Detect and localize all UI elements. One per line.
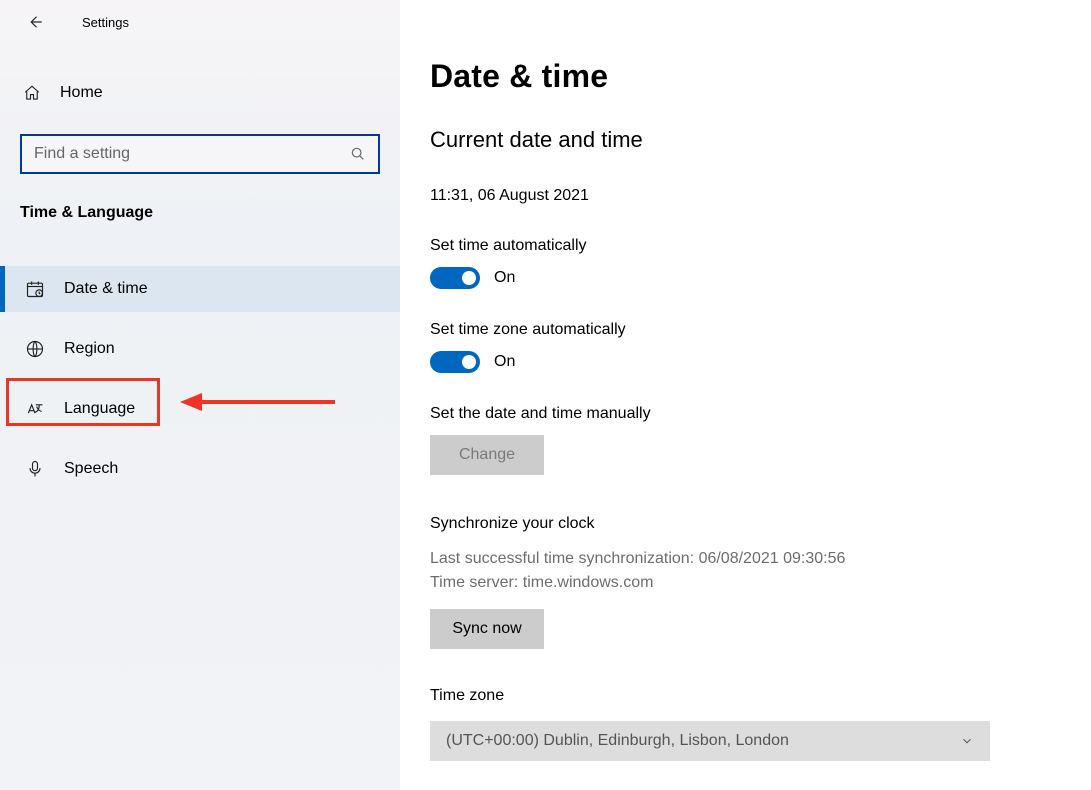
search-icon [350, 146, 366, 162]
nav-item-region[interactable]: Region [0, 326, 400, 372]
sidebar: Settings Home Time & Language Date & t [0, 0, 400, 790]
change-button: Change [430, 435, 544, 475]
sync-now-button[interactable]: Sync now [430, 609, 544, 649]
back-button[interactable] [20, 7, 50, 37]
topbar: Settings [0, 0, 400, 44]
home-label: Home [60, 84, 103, 102]
home-nav[interactable]: Home [0, 70, 400, 116]
time-zone-dropdown[interactable]: (UTC+00:00) Dublin, Edinburgh, Lisbon, L… [430, 721, 990, 761]
auto-time-toggle-row: On [430, 267, 1091, 289]
search-box[interactable] [20, 134, 380, 174]
calendar-clock-icon [24, 279, 46, 299]
category-header: Time & Language [20, 204, 400, 222]
nav-label: Date & time [64, 280, 148, 298]
search-input[interactable] [34, 145, 350, 163]
language-icon [24, 399, 46, 419]
page-title: Date & time [430, 58, 1091, 95]
manual-datetime-label: Set the date and time manually [430, 405, 1091, 423]
main-content: Date & time Current date and time 11:31,… [400, 0, 1091, 790]
chevron-down-icon [960, 734, 974, 748]
section-current-datetime: Current date and time [430, 127, 1091, 153]
time-zone-label: Time zone [430, 687, 1091, 705]
globe-icon [24, 339, 46, 359]
nav-label: Region [64, 340, 115, 358]
microphone-icon [24, 459, 46, 479]
auto-tz-toggle-row: On [430, 351, 1091, 373]
sync-label: Synchronize your clock [430, 515, 1091, 533]
nav-label: Speech [64, 460, 118, 478]
sync-server: Time server: time.windows.com [430, 571, 1091, 595]
arrow-left-icon [26, 13, 44, 31]
auto-time-toggle[interactable] [430, 267, 480, 289]
auto-time-label: Set time automatically [430, 237, 1091, 255]
nav-item-date-time[interactable]: Date & time [0, 266, 400, 312]
sync-info: Last successful time synchronization: 06… [430, 547, 1091, 595]
nav-label: Language [64, 400, 135, 418]
auto-tz-label: Set time zone automatically [430, 321, 1091, 339]
auto-tz-toggle[interactable] [430, 351, 480, 373]
nav-list: Date & time Region Language Speech [0, 266, 400, 492]
auto-tz-state: On [494, 353, 515, 371]
window-title: Settings [82, 15, 129, 30]
home-icon [22, 84, 42, 102]
auto-time-state: On [494, 269, 515, 287]
time-zone-value: (UTC+00:00) Dublin, Edinburgh, Lisbon, L… [446, 732, 789, 750]
search-container [20, 134, 380, 174]
nav-item-language[interactable]: Language [0, 386, 400, 432]
sync-last: Last successful time synchronization: 06… [430, 547, 1091, 571]
current-datetime-value: 11:31, 06 August 2021 [430, 187, 1091, 205]
nav-item-speech[interactable]: Speech [0, 446, 400, 492]
